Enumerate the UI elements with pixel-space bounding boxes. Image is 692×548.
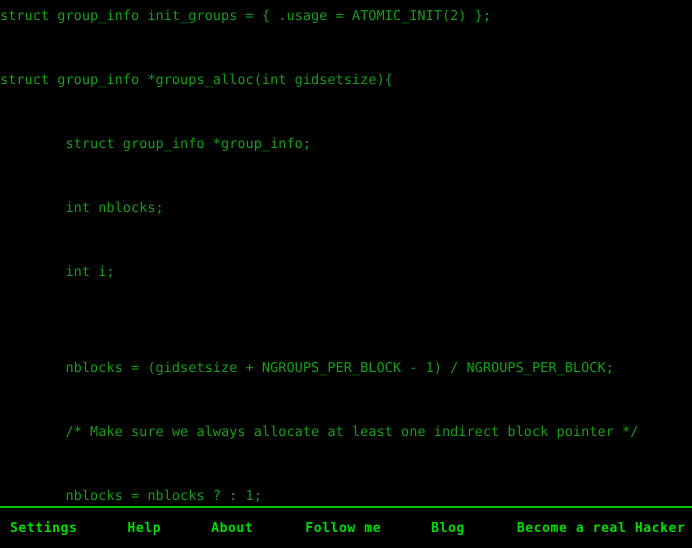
code-line: int i;	[0, 264, 115, 280]
code-line: /* Make sure we always allocate at least…	[0, 424, 639, 440]
code-output-area[interactable]: struct group_info init_groups = { .usage…	[0, 0, 692, 506]
footer-bar: Settings Help About Follow me Blog Becom…	[0, 506, 692, 548]
code-line: struct group_info *group_info;	[0, 136, 311, 152]
footer-link-blog[interactable]: Blog	[431, 521, 465, 536]
code-line: struct group_info *groups_alloc(int gids…	[0, 72, 393, 88]
footer-navigation: Settings Help About Follow me Blog Becom…	[0, 508, 692, 548]
code-line: struct group_info init_groups = { .usage…	[0, 8, 492, 24]
code-line: nblocks = nblocks ? : 1;	[0, 488, 262, 504]
terminal-screen[interactable]: struct group_info init_groups = { .usage…	[0, 0, 692, 548]
code-line: nblocks = (gidsetsize + NGROUPS_PER_BLOC…	[0, 360, 614, 376]
footer-link-about[interactable]: About	[211, 521, 253, 536]
footer-link-settings[interactable]: Settings	[10, 521, 77, 536]
footer-link-follow-me[interactable]: Follow me	[305, 521, 381, 536]
code-line: int nblocks;	[0, 200, 164, 216]
footer-link-help[interactable]: Help	[127, 521, 161, 536]
footer-link-become-a-real-hacker[interactable]: Become a real Hacker	[517, 521, 686, 536]
